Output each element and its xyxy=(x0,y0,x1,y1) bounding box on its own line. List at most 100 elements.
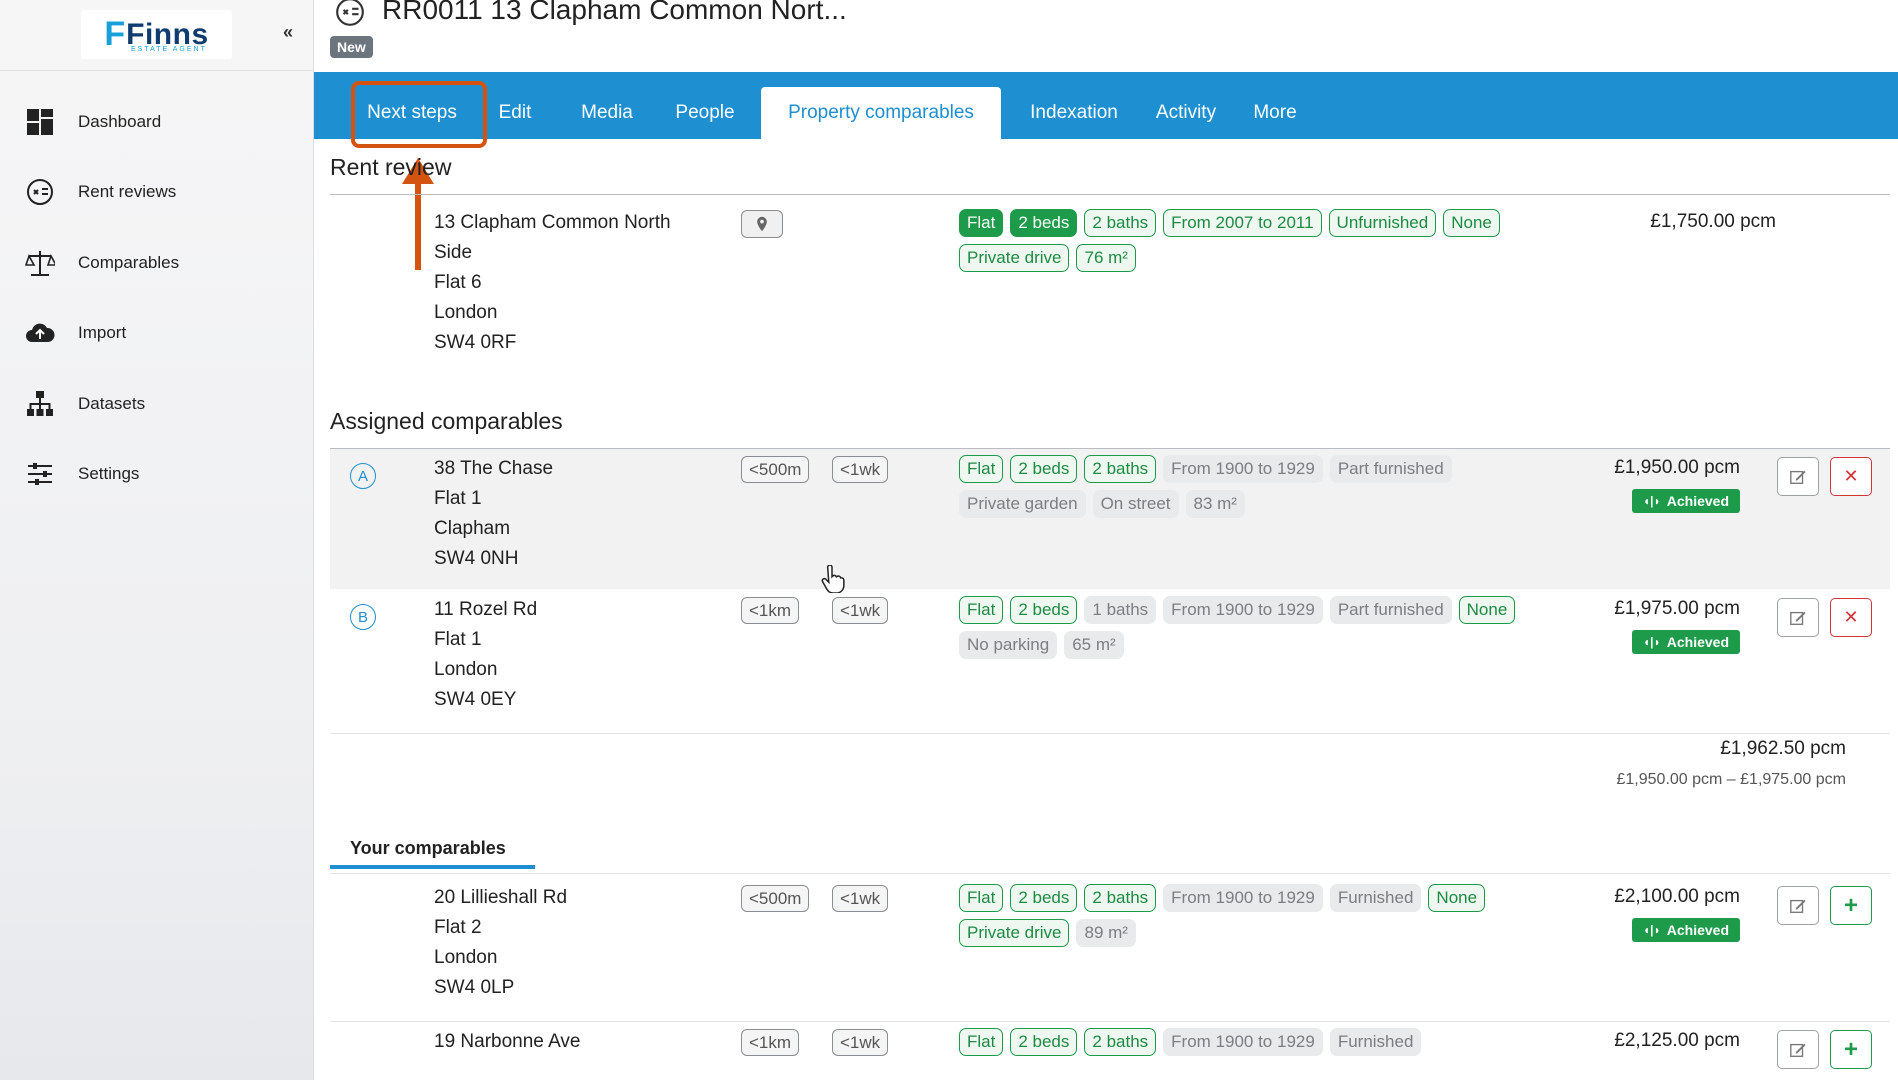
status-badge: New xyxy=(330,36,373,58)
tag: 76 m² xyxy=(1076,244,1136,272)
address-line: 11 Rozel Rd xyxy=(434,599,538,620)
distance-badge: <500m xyxy=(741,885,810,912)
logo[interactable]: F Finns ESTATE AGENT xyxy=(81,10,232,59)
close-icon: ✕ xyxy=(1843,466,1859,486)
logo-subtitle: ESTATE AGENT xyxy=(131,46,207,53)
comparable-tags: Flat 2 beds 2 baths From 1900 to 1929 Fu… xyxy=(959,1028,1519,1056)
remove-comparable-button[interactable]: ✕ xyxy=(1830,457,1872,496)
hierarchy-icon xyxy=(24,388,56,420)
sidebar-item-dashboard[interactable]: Dashboard xyxy=(24,104,161,140)
tag: 2 baths xyxy=(1084,1028,1157,1056)
distance-badge: <500m xyxy=(741,456,810,483)
tag: Furnished xyxy=(1329,884,1422,912)
tag: Flat xyxy=(959,455,1004,483)
tab-indexation[interactable]: Indexation xyxy=(1016,87,1132,139)
address-line: SW4 0RF xyxy=(434,332,517,353)
dashboard-icon xyxy=(24,106,56,138)
tag: On street xyxy=(1092,490,1179,518)
cloud-upload-icon xyxy=(24,317,56,349)
address-line: 20 Lillieshall Rd xyxy=(434,887,568,908)
tag: None xyxy=(1443,209,1500,237)
tag: Private drive xyxy=(959,919,1070,947)
rent-review-price: £1,750.00 pcm xyxy=(1650,211,1776,232)
sidebar-item-import[interactable]: Import xyxy=(24,315,126,351)
tag: None xyxy=(1428,884,1486,912)
comparable-row: B 11 Rozel Rd Flat 1 London SW4 0EY <1km… xyxy=(330,590,1890,731)
achieved-icon: ◖|◗ xyxy=(1642,923,1661,937)
average-price: £1,962.50 pcm xyxy=(1720,738,1846,759)
sidebar-item-rent-reviews[interactable]: Rent reviews xyxy=(24,174,176,210)
tab-activity[interactable]: Activity xyxy=(1144,87,1228,139)
achieved-icon: ◖|◗ xyxy=(1642,635,1661,649)
tag: From 1900 to 1929 xyxy=(1163,596,1323,624)
add-comparable-button[interactable]: + xyxy=(1830,886,1872,925)
add-comparable-button[interactable]: + xyxy=(1830,1030,1872,1069)
comparable-row: A 38 The Chase Flat 1 Clapham SW4 0NH <5… xyxy=(330,449,1890,589)
address-line: Flat 2 xyxy=(434,917,482,938)
remove-comparable-button[interactable]: ✕ xyxy=(1830,598,1872,637)
comparable-address: 19 Narbonne Ave xyxy=(434,1027,581,1057)
comparable-tags: Flat 2 beds 1 baths From 1900 to 1929 Pa… xyxy=(959,596,1519,659)
achieved-badge: ◖|◗ Achieved xyxy=(1631,630,1740,654)
address-line: 38 The Chase xyxy=(434,458,554,479)
assigned-comparables-heading: Assigned comparables xyxy=(330,408,563,434)
achieved-badge: ◖|◗ Achieved xyxy=(1631,918,1740,942)
tag: From 2007 to 2011 xyxy=(1163,209,1322,237)
comparable-price: £2,125.00 pcm xyxy=(1614,1030,1740,1051)
address-line: SW4 0EY xyxy=(434,689,517,710)
close-icon: ✕ xyxy=(1843,607,1859,627)
map-pin-button[interactable] xyxy=(741,210,783,238)
tab-edit[interactable]: Edit xyxy=(477,87,553,139)
tag: Furnished xyxy=(1329,1028,1422,1056)
tag: From 1900 to 1929 xyxy=(1163,1028,1323,1056)
edit-comparable-button[interactable] xyxy=(1777,1030,1819,1069)
tag: 89 m² xyxy=(1076,919,1136,947)
tag: Flat xyxy=(959,596,1004,624)
sidebar-item-label: Settings xyxy=(78,464,140,483)
tag: 2 beds xyxy=(1010,209,1078,237)
tab-property-comparables[interactable]: Property comparables xyxy=(761,87,1001,139)
sidebar-item-label: Datasets xyxy=(78,394,146,413)
edit-comparable-button[interactable] xyxy=(1777,598,1819,637)
address-line: SW4 0NH xyxy=(434,548,519,569)
age-badge: <1wk xyxy=(832,456,889,483)
comparable-address: 11 Rozel Rd Flat 1 London SW4 0EY xyxy=(434,595,537,715)
sidebar-item-settings[interactable]: Settings xyxy=(24,456,139,492)
map-pin-icon xyxy=(757,216,767,232)
page-title: RR0011 13 Clapham Common Nort... xyxy=(382,0,847,25)
comparable-address: 20 Lillieshall Rd Flat 2 London SW4 0LP xyxy=(434,883,567,1003)
sidebar-item-label: Dashboard xyxy=(78,112,162,131)
comparable-price: £1,975.00 pcm xyxy=(1614,598,1740,619)
comparable-address: 38 The Chase Flat 1 Clapham SW4 0NH xyxy=(434,454,553,574)
plus-icon: + xyxy=(1843,1035,1858,1063)
edit-comparable-button[interactable] xyxy=(1777,457,1819,496)
sidebar-item-comparables[interactable]: Comparables xyxy=(24,245,179,281)
tag: Private garden xyxy=(959,490,1086,518)
address-line: London xyxy=(434,659,498,680)
edit-comparable-button[interactable] xyxy=(1777,886,1819,925)
tab-more[interactable]: More xyxy=(1237,87,1313,139)
divider xyxy=(330,194,1890,195)
tag: 2 beds xyxy=(1010,596,1078,624)
scales-icon xyxy=(24,247,56,279)
sidebar-item-datasets[interactable]: Datasets xyxy=(24,386,145,422)
plus-icon: + xyxy=(1843,891,1858,919)
tag: Part furnished xyxy=(1329,455,1452,483)
tag: Flat xyxy=(959,1028,1004,1056)
tag: 2 beds xyxy=(1010,455,1078,483)
sidebar-item-label: Import xyxy=(78,323,127,342)
tag: Part furnished xyxy=(1329,596,1452,624)
address-line: 19 Narbonne Ave xyxy=(434,1031,581,1052)
address-line: London xyxy=(434,947,498,968)
achieved-badge: ◖|◗ Achieved xyxy=(1631,489,1740,513)
tab-your-comparables[interactable]: Your comparables xyxy=(330,829,535,869)
achieved-label: Achieved xyxy=(1666,493,1729,509)
tab-people[interactable]: People xyxy=(661,87,749,139)
tab-media[interactable]: Media xyxy=(564,87,650,139)
address-line: London xyxy=(434,302,498,323)
collapse-sidebar-button[interactable]: « xyxy=(283,22,293,43)
app-root: F Finns ESTATE AGENT « Dashboard Rent re… xyxy=(0,0,1898,1080)
hand-cursor-icon xyxy=(821,565,845,593)
address-line: SW4 0LP xyxy=(434,977,515,998)
sidebar-divider xyxy=(0,70,314,71)
